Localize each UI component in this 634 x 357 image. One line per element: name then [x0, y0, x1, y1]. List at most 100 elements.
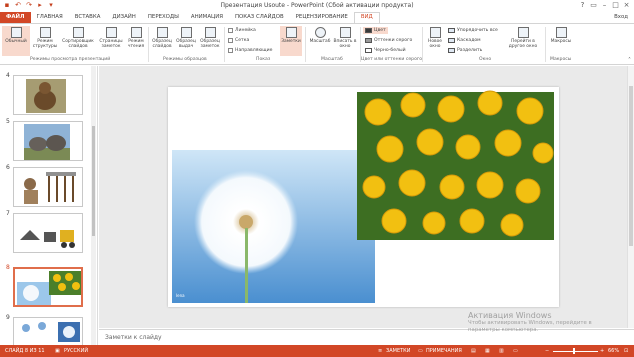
- close-icon[interactable]: ×: [621, 0, 632, 11]
- thumbnail-image: [13, 75, 83, 115]
- tab-insert[interactable]: ВСТАВКА: [69, 12, 107, 23]
- slide-sorter-icon: [72, 27, 84, 38]
- group-label-color: Цвет или оттенки серого: [361, 57, 423, 62]
- ribbon-separator: [224, 27, 225, 62]
- zoom-slider[interactable]: [553, 351, 598, 352]
- thumbnail-slide[interactable]: 6: [0, 164, 92, 208]
- image-credit: lena: [176, 293, 185, 298]
- color-swatch-icon: [365, 28, 372, 33]
- thumbnail-slide-selected[interactable]: 8: [0, 264, 92, 308]
- reading-view-status-icon[interactable]: ▥: [499, 348, 504, 354]
- group-label-macros: Макросы: [550, 57, 572, 62]
- thumbnail-slide[interactable]: 5: [0, 118, 92, 162]
- arrange-all-button[interactable]: Упорядочить все: [446, 27, 500, 34]
- group-label-presentation-views: Режимы просмотра презентаций: [30, 57, 111, 62]
- ribbon-tabs: ФАЙЛ ГЛАВНАЯ ВСТАВКА ДИЗАЙН ПЕРЕХОДЫ АНИ…: [0, 12, 634, 23]
- notes-toggle-icon: ≡: [378, 348, 383, 354]
- color-button[interactable]: Цвет: [363, 27, 388, 34]
- fit-to-window-button[interactable]: Вписать в окно: [333, 26, 357, 56]
- tab-view[interactable]: ВИД: [353, 12, 380, 23]
- yellow-dandelions-picture[interactable]: [357, 90, 554, 240]
- zoom-in-button[interactable]: +: [600, 348, 604, 354]
- ribbon-options-icon[interactable]: ▭: [588, 0, 599, 11]
- activation-watermark: Активация Windows Чтобы активировать Win…: [468, 311, 592, 333]
- guides-checkbox[interactable]: Направляющие: [228, 48, 272, 53]
- account-signin[interactable]: Вход: [614, 12, 634, 23]
- normal-view-button[interactable]: Обычный: [2, 26, 30, 56]
- spell-check-icon[interactable]: ▣: [55, 348, 60, 354]
- split-button[interactable]: Разделить: [446, 47, 484, 54]
- magnifier-icon: [314, 27, 326, 38]
- fit-to-window-icon: [339, 27, 351, 38]
- language-indicator[interactable]: РУССКИЙ: [64, 348, 88, 354]
- tab-home[interactable]: ГЛАВНАЯ: [31, 12, 69, 23]
- current-slide[interactable]: lena: [168, 87, 559, 307]
- thumbnail-slide[interactable]: 4: [0, 72, 92, 116]
- collapse-ribbon-icon[interactable]: ˄: [628, 57, 631, 64]
- switch-windows-icon: [517, 27, 529, 38]
- tab-file[interactable]: ФАЙЛ: [0, 12, 31, 23]
- cascade-icon: [448, 38, 455, 43]
- handout-master-button[interactable]: Образец выдач: [174, 26, 198, 56]
- ribbon-separator: [148, 27, 149, 62]
- title-bar: ▪ ↶ ↷ ▸ ▾ Презентация Usoute - PowerPoin…: [0, 0, 634, 12]
- notes-button[interactable]: Заметки: [280, 26, 302, 56]
- group-label-zoom: Масштаб: [321, 57, 343, 62]
- gridlines-checkbox[interactable]: Сетка: [228, 38, 249, 43]
- tab-slide-show[interactable]: ПОКАЗ СЛАЙДОВ: [229, 12, 290, 23]
- grayscale-button[interactable]: Оттенки серого: [363, 37, 414, 44]
- black-white-button[interactable]: Черно-белый: [363, 47, 408, 54]
- thumbnail-image: [13, 167, 83, 207]
- ruler-checkbox[interactable]: Линейка: [228, 28, 256, 33]
- zoom-slider-thumb[interactable]: [573, 348, 575, 354]
- slide-canvas: lena: [172, 90, 554, 303]
- comments-icon: ▭: [418, 348, 423, 354]
- notes-icon: [285, 27, 297, 38]
- comments-toggle[interactable]: ПРИМЕЧАНИЯ: [426, 348, 462, 354]
- slideshow-status-icon[interactable]: ▭: [513, 348, 518, 354]
- tab-design[interactable]: ДИЗАЙН: [106, 12, 141, 23]
- notes-master-button[interactable]: Образец заметок: [198, 26, 222, 56]
- new-window-button[interactable]: Новое окно: [425, 26, 445, 56]
- minimize-icon[interactable]: –: [599, 0, 610, 11]
- maximize-icon[interactable]: □: [610, 0, 621, 11]
- help-icon[interactable]: ?: [577, 0, 588, 11]
- outline-view-button[interactable]: Режим структуры: [31, 26, 59, 56]
- thumbnails-scrollbar[interactable]: [91, 66, 96, 345]
- slide-vertical-scrollbar[interactable]: [627, 66, 634, 328]
- dandelion-clock-picture[interactable]: lena: [172, 150, 375, 303]
- tab-animations[interactable]: АНИМАЦИЯ: [185, 12, 229, 23]
- slide-master-button[interactable]: Образец слайдов: [150, 26, 174, 56]
- thumbnail-slide[interactable]: 7: [0, 210, 92, 254]
- reading-view-button[interactable]: Режим чтения: [125, 26, 147, 56]
- split-icon: [448, 48, 455, 53]
- tab-review[interactable]: РЕЦЕНЗИРОВАНИЕ: [290, 12, 354, 23]
- normal-view-status-icon[interactable]: ▤: [471, 348, 476, 354]
- thumbnail-image: [13, 267, 83, 307]
- dandelions-picture: [17, 271, 81, 305]
- notes-toggle[interactable]: ЗАМЕТКИ: [386, 348, 410, 354]
- scrollbar-thumb[interactable]: [92, 126, 95, 236]
- zoom-button[interactable]: Масштаб: [308, 26, 332, 56]
- thumbnail-slide[interactable]: 9: [0, 314, 92, 345]
- fit-slide-icon[interactable]: ⊡: [624, 348, 628, 354]
- slide-sorter-status-icon[interactable]: ▦: [485, 348, 490, 354]
- scrollbar-thumb[interactable]: [629, 86, 633, 246]
- cascade-button[interactable]: Каскадом: [446, 37, 483, 44]
- ribbon-separator: [545, 27, 546, 62]
- normal-view-icon: [10, 27, 22, 38]
- arrange-all-icon: [448, 28, 455, 33]
- reading-view-icon: [130, 27, 142, 38]
- group-label-master-views: Режимы образцов: [163, 57, 207, 62]
- zoom-out-button[interactable]: −: [545, 348, 549, 354]
- macros-button[interactable]: Макросы: [548, 26, 574, 56]
- notes-placeholder: Заметки к слайду: [105, 334, 162, 341]
- elephants-picture: [24, 124, 70, 160]
- thumbnail-image: [13, 213, 83, 253]
- notes-page-button[interactable]: Страницы заметок: [97, 26, 125, 56]
- tab-transitions[interactable]: ПЕРЕХОДЫ: [142, 12, 185, 23]
- zoom-level[interactable]: 66%: [608, 348, 619, 354]
- status-bar: СЛАЙД 8 ИЗ 11 ▣ РУССКИЙ ≡ ЗАМЕТКИ ▭ ПРИМ…: [0, 345, 634, 357]
- slide-sorter-button[interactable]: Сортировщик слайдов: [60, 26, 96, 56]
- switch-windows-button[interactable]: Перейти в другое окно: [505, 26, 541, 56]
